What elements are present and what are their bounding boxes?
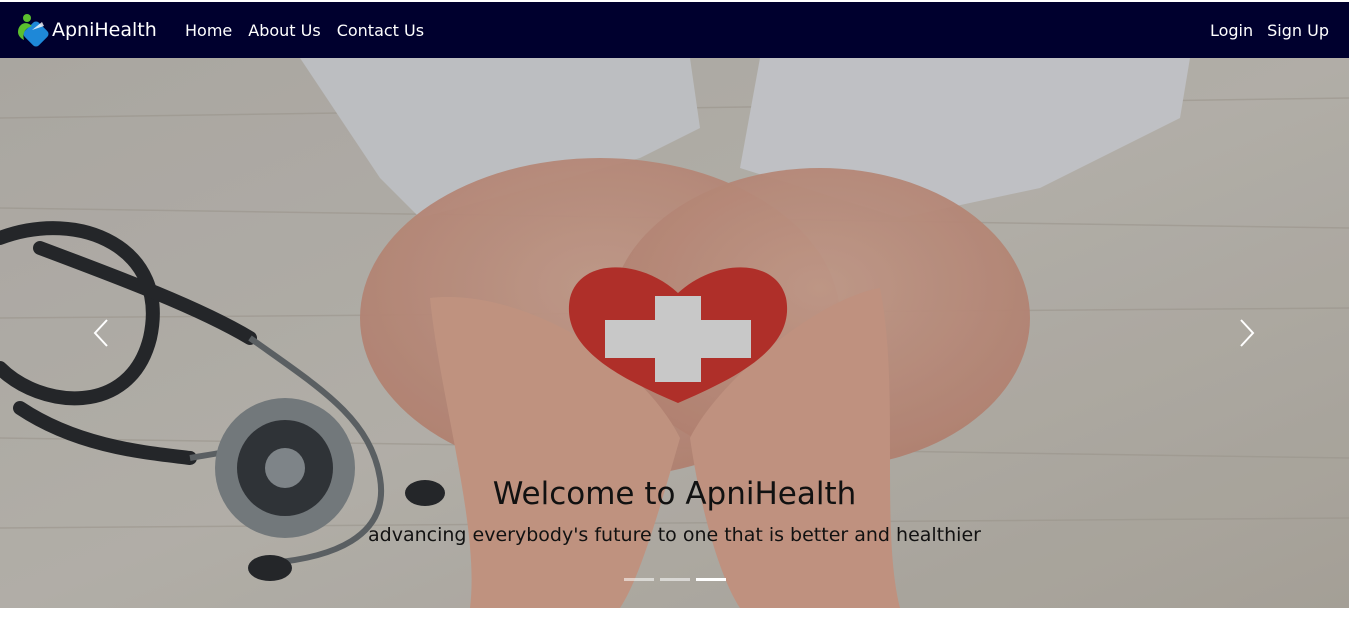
login-link[interactable]: Login xyxy=(1210,21,1253,40)
brand[interactable]: ApniHealth xyxy=(12,10,157,50)
apnihealth-logo-icon xyxy=(18,14,49,47)
hero-carousel: Welcome to ApniHealth advancing everybod… xyxy=(0,58,1349,608)
page-below-hero xyxy=(0,608,1349,637)
nav-about-link[interactable]: About Us xyxy=(248,21,320,40)
carousel-next-button[interactable] xyxy=(1222,308,1272,358)
carousel-indicator-3[interactable] xyxy=(695,578,726,581)
carousel-indicator-2[interactable] xyxy=(659,578,690,581)
nav-contact-link[interactable]: Contact Us xyxy=(337,21,424,40)
brand-name: ApniHealth xyxy=(52,19,157,41)
chevron-left-icon xyxy=(93,319,108,347)
navbar: ApniHealth Home About Us Contact Us Logi… xyxy=(0,2,1349,58)
nav-right: Login Sign Up xyxy=(1210,2,1329,58)
signup-link[interactable]: Sign Up xyxy=(1267,21,1329,40)
carousel-indicator-1[interactable] xyxy=(623,578,654,581)
nav-home-link[interactable]: Home xyxy=(185,21,232,40)
carousel-indicators xyxy=(0,578,1349,581)
hero-caption: Welcome to ApniHealth advancing everybod… xyxy=(0,476,1349,546)
nav-left: Home About Us Contact Us xyxy=(185,2,424,58)
carousel-prev-button[interactable] xyxy=(76,308,126,358)
chevron-right-icon xyxy=(1240,319,1255,347)
hero-title: Welcome to ApniHealth xyxy=(492,476,857,512)
hero-subtitle: advancing everybody's future to one that… xyxy=(368,524,981,546)
